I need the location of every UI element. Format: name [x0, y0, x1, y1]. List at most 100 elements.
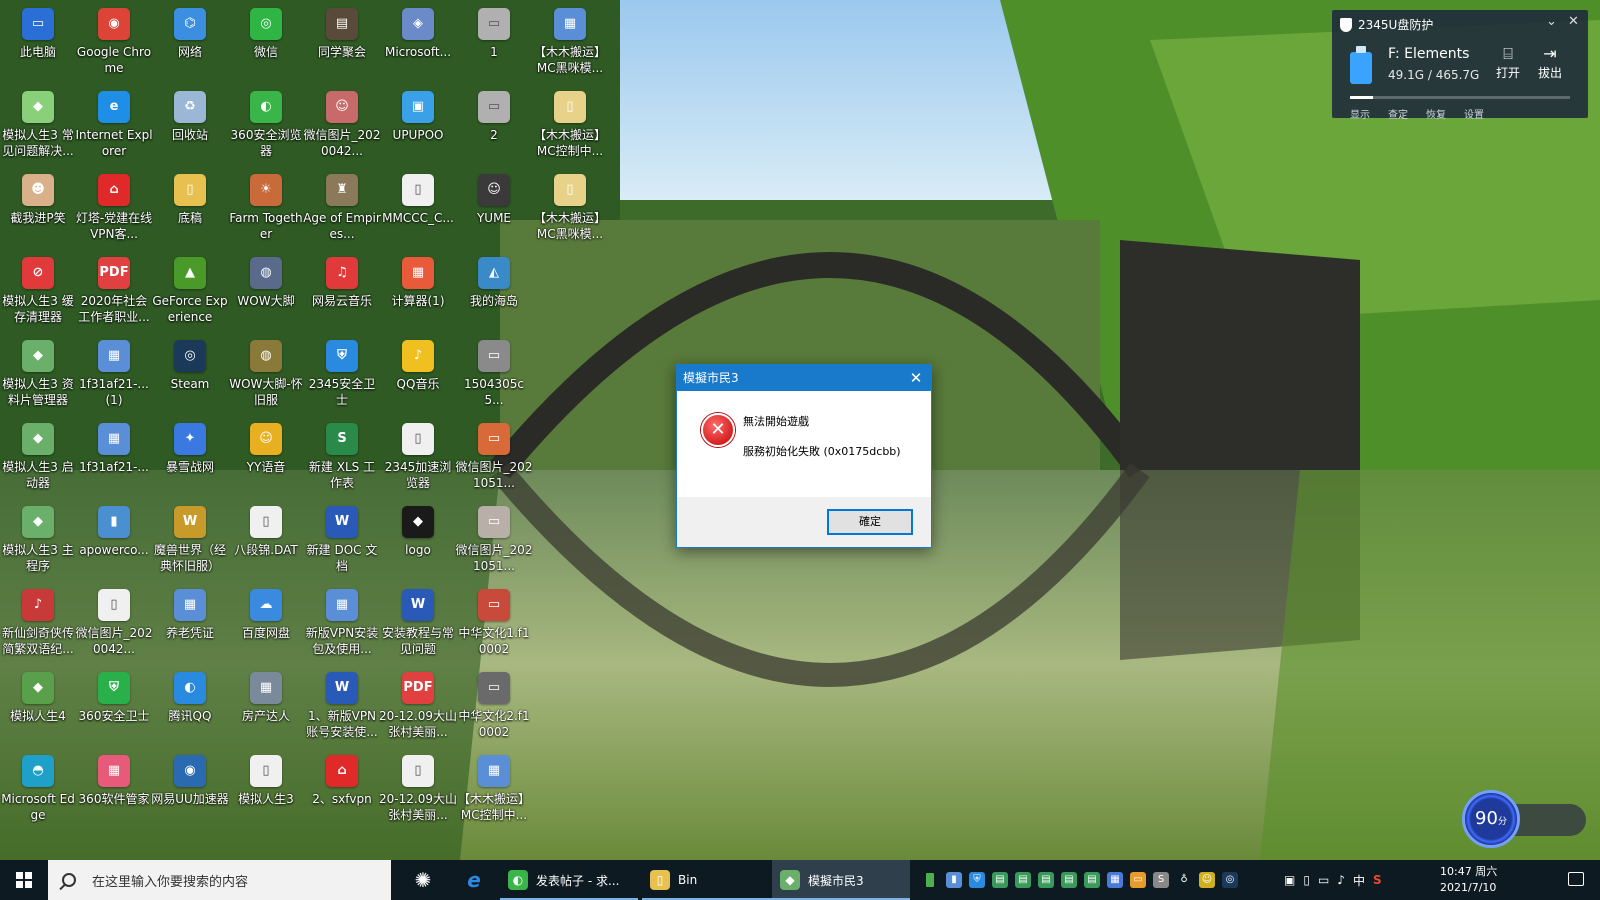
desktop-icon[interactable]: ◆ 模拟人生3 资料片管理器	[0, 336, 76, 414]
desktop-icon[interactable]: ▭ 中华文化2.f10002	[456, 668, 532, 746]
usb-footer-settings[interactable]: 设置	[1464, 106, 1484, 121]
taskbar-clock[interactable]: 10:47 周六 2021/7/10	[1440, 864, 1497, 896]
taskbar-ie-button[interactable]: e	[456, 860, 492, 900]
tray-app-icon[interactable]: ▤	[1061, 872, 1077, 888]
taskbar-app-sims3[interactable]: ◆ 模擬市民3	[772, 860, 910, 900]
desktop-icon[interactable]: W 1、新版VPN账号安装使...	[304, 668, 380, 746]
desktop-icon[interactable]: ▦ 【木木搬运】MC控制中...	[456, 751, 532, 829]
desktop-icon[interactable]: ☺ YUME	[456, 170, 532, 248]
usb-icon[interactable]: ▯	[1303, 873, 1310, 887]
desktop-icon[interactable]: ◉ 网易UU加速器	[151, 751, 229, 829]
tray-app-icon[interactable]: S	[1153, 872, 1169, 888]
desktop-icon[interactable]: ▦ 养老凭证	[152, 585, 228, 663]
open-drive-button[interactable]: ⌸ 打开	[1490, 44, 1526, 81]
desktop-icon[interactable]: ⌂ 2、sxfvpn	[304, 751, 380, 829]
shield-icon[interactable]: ⛨	[969, 872, 985, 888]
desktop-icon[interactable]: ♜ Age of Empires...	[303, 170, 381, 248]
sogou-icon[interactable]: S	[1373, 873, 1382, 887]
desktop-icon[interactable]: ♫ 网易云音乐	[304, 253, 380, 331]
tray-app-icon[interactable]: ☺	[1199, 872, 1215, 888]
desktop-icon[interactable]: ▭ 1504305c5...	[456, 336, 532, 414]
desktop-icon[interactable]: ▦ 计算器(1)	[380, 253, 456, 331]
desktop-icon[interactable]: ⊘ 模拟人生3 缓存清理器	[0, 253, 76, 331]
collapse-icon[interactable]: ⌄	[1546, 14, 1557, 29]
ok-button[interactable]: 確定	[827, 509, 913, 535]
taskbar-search-box[interactable]: 在这里输入你要搜索的内容	[48, 860, 391, 900]
desktop-icon[interactable]: ▯ 底稿	[152, 170, 228, 248]
desktop-icon[interactable]: ▯ MMCCC_C...	[380, 170, 456, 248]
desktop-icon[interactable]: ✦ 暴雪战网	[152, 419, 228, 497]
desktop-icon[interactable]: ▭ 此电脑	[0, 4, 76, 82]
desktop-icon[interactable]: ☻ 截我进P笑	[0, 170, 76, 248]
desktop-icon[interactable]: ▯ 模拟人生3	[228, 751, 304, 829]
notification-icon[interactable]	[1568, 872, 1584, 886]
desktop-icon[interactable]: ▦ 新版VPN安装包及使用...	[304, 585, 380, 663]
desktop-icon[interactable]: ☁ 百度网盘	[228, 585, 304, 663]
desktop-icon[interactable]: ◆ 模拟人生3 常见问题解决...	[0, 87, 76, 165]
desktop-icon[interactable]: ⌂ 灯塔-党建在线 VPN客...	[76, 170, 152, 248]
desktop-icon[interactable]: ▦ 房产达人	[228, 668, 304, 746]
desktop-icon[interactable]: ◐ 腾讯QQ	[152, 668, 228, 746]
desktop-icon[interactable]: ◎ 微信	[228, 4, 304, 82]
desktop-icon[interactable]: ▮ apowerco...	[76, 502, 152, 580]
desktop-icon[interactable]: ▯ 微信图片_2020042...	[76, 585, 152, 663]
desktop-icon[interactable]: ▦ 1f31af21-...	[76, 419, 152, 497]
desktop-icon[interactable]: ◆ 模拟人生3 主程序	[0, 502, 76, 580]
desktop-icon[interactable]: ▯ 【木木搬运】MC黑咪模...	[532, 170, 608, 248]
desktop-icon[interactable]: ▦ 【木木搬运】MC黑咪模...	[532, 4, 608, 82]
tray-app-icon[interactable]: ▤	[1038, 872, 1054, 888]
desktop-icon[interactable]: ▦ 1f31af21-...(1)	[76, 336, 152, 414]
taskbar-app-bin[interactable]: ▯ Bin	[642, 860, 774, 900]
desktop-icon[interactable]: ◐ 360安全浏览器	[228, 87, 304, 165]
microphone-icon[interactable]: ♁	[1176, 872, 1192, 888]
ime-indicator[interactable]: 中	[1353, 872, 1365, 889]
tray-app-icon[interactable]: ▦	[1107, 872, 1123, 888]
tray-app-icon[interactable]: ▤	[1015, 872, 1031, 888]
desktop-icon[interactable]: ◆ 模拟人生4	[0, 668, 76, 746]
tray-app-icon[interactable]: ▮	[946, 872, 962, 888]
desktop-icon[interactable]: ◭ 我的海岛	[456, 253, 532, 331]
desktop-icon[interactable]: ◍ WOW大脚-怀旧服	[228, 336, 304, 414]
desktop-icon[interactable]: ▣ UPUPOO	[380, 87, 456, 165]
taskbar-battery-button[interactable]	[920, 860, 940, 900]
desktop-icon[interactable]: e Internet Explorer	[75, 87, 153, 165]
desktop-icon[interactable]: ▭ 中华文化1.f10002	[456, 585, 532, 663]
close-icon[interactable]: ✕	[1568, 14, 1579, 29]
desktop-icon[interactable]: ◆ 模拟人生3 启动器	[0, 419, 76, 497]
volume-icon[interactable]: ♪	[1337, 873, 1345, 887]
desktop-icon[interactable]: ⌬ 网络	[152, 4, 228, 82]
desktop-icon[interactable]: ☀ Farm Together	[228, 170, 304, 248]
desktop-icon[interactable]: PDF 2020年社会工作者职业...	[76, 253, 152, 331]
eject-drive-button[interactable]: ⇥ 拔出	[1532, 44, 1568, 81]
desktop-icon[interactable]: W 安装教程与常见问题	[380, 585, 456, 663]
desktop-icon[interactable]: ▲ GeForce Experience	[152, 253, 228, 331]
performance-widget[interactable]: 90分	[1462, 790, 1586, 850]
desktop-icon[interactable]: ♪ QQ音乐	[380, 336, 456, 414]
start-button[interactable]	[0, 860, 48, 900]
desktop-icon[interactable]: ♻ 回收站	[152, 87, 228, 165]
desktop-icon[interactable]: ▤ 同学聚会	[304, 4, 380, 82]
taskbar-widget-button[interactable]: ✺	[406, 860, 440, 900]
screen-icon[interactable]: ▣	[1284, 873, 1295, 887]
dialog-close-button[interactable]: ✕	[901, 365, 931, 391]
desktop-icon[interactable]: ◈ Microsoft...	[380, 4, 456, 82]
desktop-icon[interactable]: ▭ 1	[456, 4, 532, 82]
desktop-icon[interactable]: ▭ 微信图片_2021051...	[456, 419, 532, 497]
desktop-icon[interactable]: ◓ Microsoft Edge	[0, 751, 76, 829]
desktop-icon[interactable]: ▭ 微信图片_2021051...	[456, 502, 532, 580]
desktop-icon[interactable]: ◎ Steam	[152, 336, 228, 414]
usb-footer-restore[interactable]: 恢复	[1426, 106, 1446, 121]
desktop-icon[interactable]: ◆ logo	[380, 502, 456, 580]
desktop-icon[interactable]: ☺ YY语音	[228, 419, 304, 497]
desktop-icon[interactable]: PDF 20-12.09大山张村美丽...	[379, 668, 457, 746]
desktop-icon[interactable]: ♪ 新仙剑奇侠传简繁双语纪...	[0, 585, 76, 663]
desktop-icon[interactable]: ◉ Google Chrome	[76, 4, 152, 82]
steam-icon[interactable]: ◎	[1222, 872, 1238, 888]
desktop-icon[interactable]: ⛨ 2345安全卫士	[304, 336, 380, 414]
desktop-icon[interactable]: ▦ 360软件管家	[76, 751, 152, 829]
dialog-titlebar[interactable]: 模擬市民3 ✕	[677, 365, 931, 391]
desktop-icon[interactable]: ▯ 八段锦.DAT	[228, 502, 304, 580]
tray-app-icon[interactable]: ▤	[992, 872, 1008, 888]
taskbar-app-browser[interactable]: ◐ 发表帖子 - 求...	[500, 860, 638, 900]
desktop-icon[interactable]: ◍ WOW大脚	[228, 253, 304, 331]
